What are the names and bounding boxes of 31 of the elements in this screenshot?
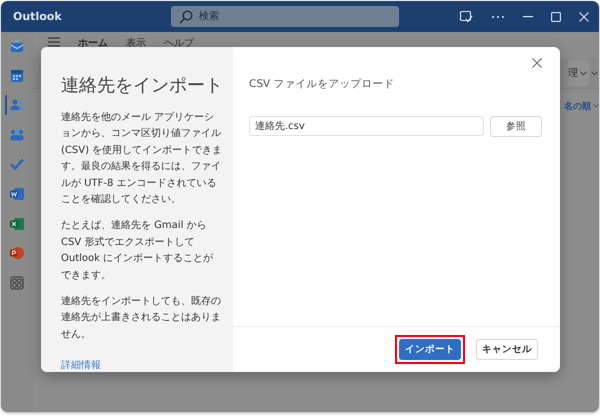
checkmark-icon[interactable] [9,156,25,172]
browse-button[interactable]: 参照 [490,116,542,137]
description-text: たとえば、連絡先を Gmail から CSV 形式でエクスポートして Outlook にインポートすることができます。 [61,218,214,283]
close-icon[interactable] [532,58,542,68]
dialog-title: 連絡先をインポート [61,74,223,97]
description-text: 連絡先をインポートしても、既存の連絡先が上書きされることはありません。 [61,294,222,342]
excel-app-icon[interactable] [9,216,25,232]
feedback-icon[interactable] [459,10,473,24]
maximize-icon[interactable] [551,12,561,22]
toolbar-button[interactable]: 理 [568,60,589,86]
word-app-icon[interactable] [9,186,25,202]
apps-grid-icon[interactable] [9,274,25,291]
search-field[interactable]: 検索 [171,6,399,27]
chevron-icon [593,104,599,108]
calendar-icon[interactable] [9,68,25,84]
ribbon-tab[interactable]: ヘルプ [164,36,194,50]
menu-icon[interactable] [48,37,60,47]
minimize-icon[interactable] [523,16,533,18]
import-button[interactable]: インポート [399,339,461,360]
more-icon[interactable] [491,14,505,18]
file-field[interactable]: 連絡先.csv [249,116,484,136]
ribbon-tab[interactable]: ホーム [78,36,108,50]
powerpoint-app-icon[interactable] [9,245,25,262]
cancel-button[interactable]: キャンセル [476,339,538,360]
mail-icon[interactable] [9,38,25,54]
upload-label: CSV ファイルをアップロード [249,77,396,91]
description-text: 連絡先を他のメール アプリケーションから、コンマ区切り値ファイル (CSV) を使用してインポートできます。最良の結果を得るには、ファイルが UTF-8 エンコードされていることを確認してください。 [61,110,223,208]
ribbon-tab[interactable]: 表示 [126,36,146,50]
more-info-link[interactable]: 詳細情報 [61,358,101,372]
sort-menu[interactable]: 名の順 [564,100,599,112]
app-title: Outlook [13,10,63,23]
